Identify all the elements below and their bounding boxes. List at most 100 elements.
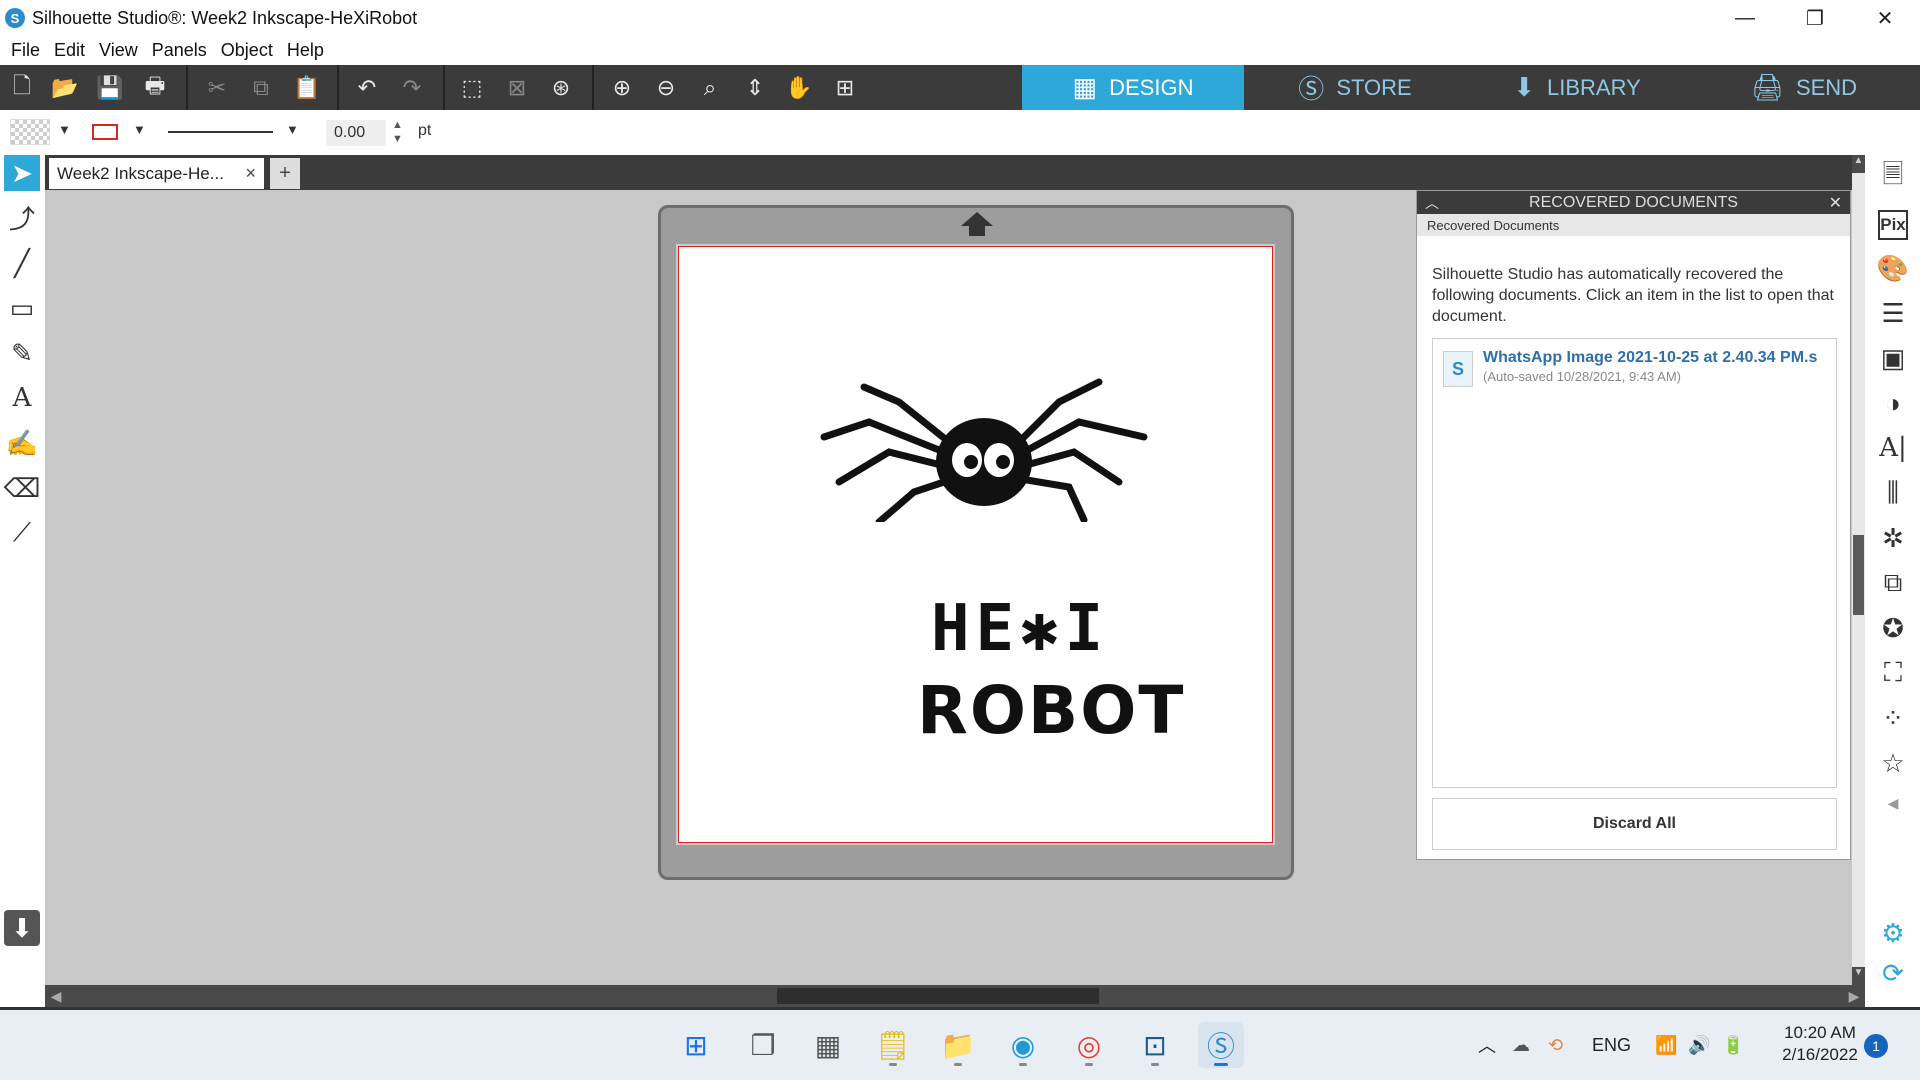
calculator-icon[interactable]: ▦ [805, 1022, 851, 1068]
tab-library[interactable]: ⬇ LIBRARY [1466, 65, 1688, 110]
cut-icon[interactable]: ✂ [202, 73, 232, 103]
scroll-left-icon[interactable]: ◀ [47, 987, 65, 1005]
system-clock[interactable]: 10:20 AM 2/16/2022 [1765, 1022, 1875, 1066]
collapse-arrow-icon[interactable]: ◀ [1875, 785, 1911, 821]
fill-color-swatch[interactable] [10, 119, 50, 145]
trace-icon[interactable]: ⛶ [1875, 655, 1911, 691]
drag-view-icon[interactable]: ⇕ [740, 73, 770, 103]
undo-icon[interactable]: ↶ [352, 73, 382, 103]
zoom-selection-icon[interactable]: ⌕ [695, 73, 725, 103]
new-document-icon[interactable]: 🗋 [7, 73, 37, 103]
horizontal-scrollbar[interactable]: ◀ ▶ [45, 985, 1865, 1007]
notification-badge[interactable]: 1 [1864, 1034, 1888, 1058]
line-style-preview[interactable] [168, 131, 273, 133]
select-tool-icon[interactable]: ➤ [4, 155, 40, 191]
close-panel-icon[interactable]: ✕ [1829, 193, 1842, 213]
paste-icon[interactable]: 📋 [292, 73, 322, 103]
line-color-swatch[interactable] [92, 124, 118, 140]
edge-browser-icon[interactable]: ◉ [1000, 1022, 1046, 1068]
file-explorer-icon[interactable]: 📁 [935, 1022, 981, 1068]
settings-gear-icon[interactable]: ⚙ [1875, 915, 1911, 951]
tab-send[interactable]: 🖨 SEND [1688, 65, 1920, 110]
tab-store[interactable]: Ⓢ STORE [1244, 65, 1466, 110]
line-style-icon[interactable]: ☰ [1875, 295, 1911, 331]
scroll-up-icon[interactable]: ▲ [1852, 155, 1865, 173]
redo-icon[interactable]: ↷ [397, 73, 427, 103]
document-tab[interactable]: Week2 Inkscape-He... × [49, 158, 264, 189]
design-text-robot[interactable]: ROBOT [917, 672, 1185, 749]
copy-icon[interactable]: ⧉ [246, 73, 276, 103]
open-folder-icon[interactable]: 📂 [50, 73, 80, 103]
select-all-icon[interactable]: ⬚ [457, 73, 487, 103]
text-tool-icon[interactable]: A [4, 380, 40, 416]
tab-design[interactable]: ▦ DESIGN [1022, 65, 1244, 110]
zoom-out-icon[interactable]: ⊖ [651, 73, 681, 103]
vertical-scroll-thumb[interactable] [1853, 535, 1864, 615]
battery-icon[interactable]: 🔋 [1722, 1010, 1744, 1080]
fit-to-page-icon[interactable]: ⊞ [830, 73, 860, 103]
menu-object[interactable]: Object [221, 40, 273, 61]
app-window-icon[interactable]: ⊡ [1132, 1022, 1178, 1068]
favorites-star-icon[interactable]: ☆ [1875, 745, 1911, 781]
knife-tool-icon[interactable]: ⟋ [4, 515, 40, 551]
close-tab-icon[interactable]: × [245, 163, 256, 184]
image-effects-icon[interactable]: ▣ [1875, 340, 1911, 376]
horizontal-scroll-thumb[interactable] [777, 988, 1099, 1004]
scroll-right-icon[interactable]: ▶ [1845, 987, 1863, 1005]
menu-edit[interactable]: Edit [54, 40, 85, 61]
modify-icon[interactable]: ⧉ [1875, 565, 1911, 601]
silhouette-studio-taskbar-icon[interactable]: Ⓢ [1198, 1022, 1244, 1068]
text-style-icon[interactable]: A| [1875, 430, 1911, 466]
fill-palette-icon[interactable]: 🎨 [1875, 250, 1911, 286]
windows-start-icon[interactable]: ⊞ [673, 1022, 719, 1068]
rectangle-tool-icon[interactable]: ▭ [4, 290, 40, 326]
fill-dropdown-icon[interactable]: ▼ [58, 122, 71, 137]
show-hidden-icons-icon[interactable]: ︿ [1478, 1010, 1496, 1080]
close-button[interactable]: ✕ [1850, 0, 1920, 36]
onedrive-cloud-icon[interactable]: ☁ [1512, 1010, 1530, 1080]
add-tab-button[interactable]: + [270, 158, 300, 189]
contrast-icon[interactable]: ◑ [1875, 385, 1911, 421]
task-view-icon[interactable]: ❐ [740, 1022, 786, 1068]
menu-view[interactable]: View [99, 40, 138, 61]
menu-help[interactable]: Help [287, 40, 324, 61]
eraser-tool-icon[interactable]: ⌫ [4, 470, 41, 506]
save-icon[interactable]: 💾 [95, 73, 125, 103]
pan-hand-icon[interactable]: ✋ [784, 73, 814, 103]
sync-icon[interactable]: ⟳ [1875, 955, 1911, 991]
language-indicator[interactable]: ENG [1592, 1010, 1631, 1080]
chrome-browser-icon[interactable]: ◎ [1066, 1022, 1112, 1068]
print-icon[interactable]: 🖶 [140, 73, 170, 103]
zoom-in-icon[interactable]: ⊕ [607, 73, 637, 103]
volume-icon[interactable]: 🔊 [1688, 1010, 1710, 1080]
deselect-icon[interactable]: ⊠ [502, 73, 532, 103]
vertical-scrollbar[interactable]: ▲ ▼ [1852, 155, 1865, 985]
pencil-tool-icon[interactable]: ✎ [4, 335, 40, 371]
sketch-icon[interactable]: ⁘ [1875, 700, 1911, 736]
menu-file[interactable]: File [11, 40, 40, 61]
line-width-input[interactable]: 0.00 [326, 120, 386, 146]
wifi-icon[interactable]: 📶 [1655, 1010, 1677, 1080]
scroll-down-icon[interactable]: ▼ [1852, 967, 1865, 985]
offset-icon[interactable]: ✪ [1875, 610, 1911, 646]
menu-panels[interactable]: Panels [152, 40, 207, 61]
design-page[interactable]: HE✱I ROBOT [676, 244, 1275, 845]
select-by-color-icon[interactable]: ⊛ [546, 73, 576, 103]
line-color-dropdown-icon[interactable]: ▼ [133, 122, 146, 137]
line-tool-icon[interactable]: ╱ [4, 245, 40, 281]
pixscan-icon[interactable]: Pix [1878, 210, 1908, 240]
collapse-panel-icon[interactable]: ︿ [1425, 193, 1439, 213]
minimize-button[interactable]: — [1710, 0, 1780, 36]
page-setup-icon[interactable]: 🗏 [1875, 159, 1911, 196]
line-width-stepper[interactable]: ▲ ▼ [392, 118, 403, 146]
restore-button[interactable]: ❐ [1780, 0, 1850, 36]
draw-tool-icon[interactable]: ✍ [4, 425, 40, 461]
design-text-hexi[interactable]: HE✱I [931, 592, 1109, 666]
line-style-dropdown-icon[interactable]: ▼ [286, 122, 299, 137]
discard-all-button[interactable]: Discard All [1432, 798, 1837, 850]
transform-icon[interactable]: ✲ [1875, 520, 1911, 556]
align-icon[interactable]: ⫼ [1875, 475, 1911, 511]
sticky-notes-icon[interactable]: 🗒 [870, 1022, 916, 1068]
recovered-list-item[interactable]: S WhatsApp Image 2021-10-25 at 2.40.34 P… [1443, 347, 1833, 391]
edit-points-tool-icon[interactable]: ⤴ [4, 199, 40, 235]
